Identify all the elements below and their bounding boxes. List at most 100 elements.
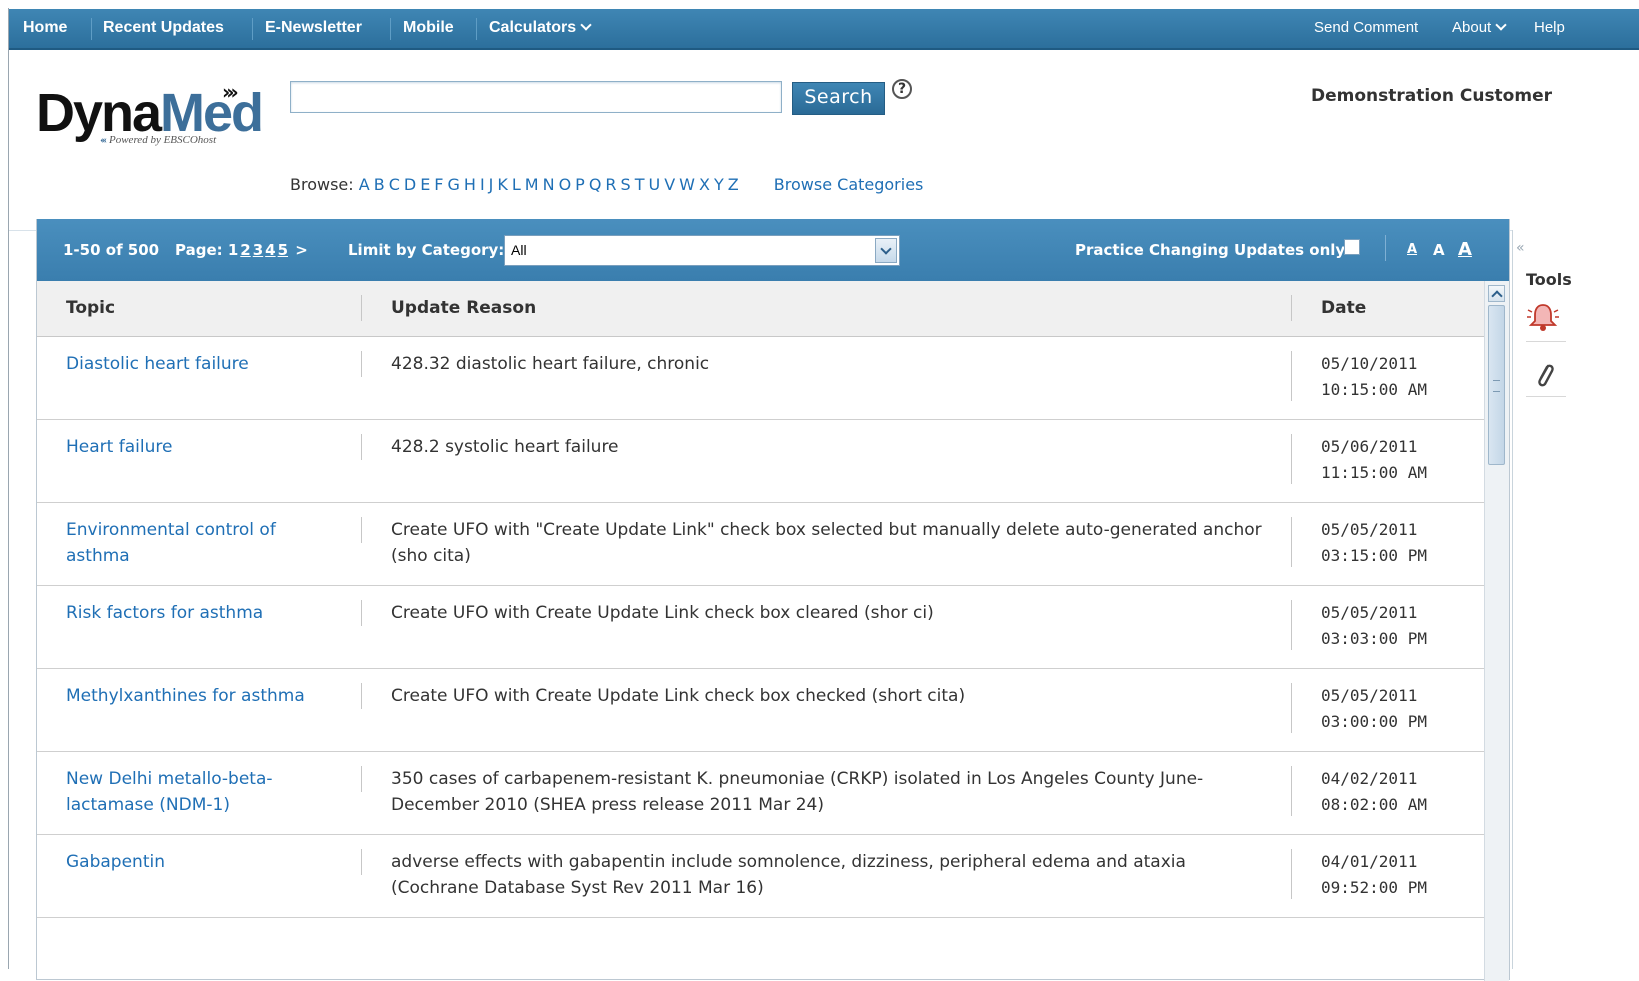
update-reason-text: Create UFO with "Create Update Link" che… bbox=[391, 520, 1262, 566]
column-divider bbox=[1291, 600, 1292, 650]
browse-letter-c[interactable]: C bbox=[389, 175, 400, 194]
dynamed-logo[interactable]: DynaMed ››› ‹‹‹ Powered by EBSCOhost bbox=[36, 78, 286, 158]
nav-help[interactable]: Help bbox=[1534, 9, 1565, 48]
table-row: Risk factors for asthma Create UFO with C… bbox=[37, 586, 1484, 669]
page-link-5[interactable]: 5 bbox=[278, 241, 288, 259]
browse-letter-h[interactable]: H bbox=[464, 175, 476, 194]
scrollbar-thumb[interactable] bbox=[1488, 305, 1505, 465]
column-divider bbox=[361, 766, 362, 792]
browse-letter-t[interactable]: T bbox=[635, 175, 645, 194]
nav-calculators[interactable]: Calculators bbox=[489, 9, 592, 48]
results-range: 1-50 of 500 bbox=[63, 241, 160, 259]
browse-letter-y[interactable]: Y bbox=[714, 175, 724, 194]
browse-letter-v[interactable]: V bbox=[664, 175, 675, 194]
update-date-day: 05/10/2011 bbox=[1321, 354, 1418, 373]
font-size-medium-button[interactable]: A bbox=[1433, 219, 1445, 281]
topic-link[interactable]: Diastolic heart failure bbox=[66, 351, 341, 377]
nav-send-comment[interactable]: Send Comment bbox=[1314, 9, 1418, 48]
powered-by-text: Powered by EBSCOhost bbox=[109, 134, 217, 146]
page-link-2[interactable]: 2 bbox=[240, 241, 250, 259]
column-divider bbox=[1291, 517, 1292, 567]
browse-letter-b[interactable]: B bbox=[374, 175, 385, 194]
browse-letter-e[interactable]: E bbox=[420, 175, 430, 194]
update-reason-text: 428.32 diastolic heart failure, chronic bbox=[391, 354, 710, 374]
browse-letter-u[interactable]: U bbox=[648, 175, 660, 194]
browse-letter-j[interactable]: J bbox=[489, 175, 494, 194]
browse-letter-g[interactable]: G bbox=[448, 175, 460, 194]
column-divider bbox=[361, 351, 362, 377]
table-scrollbar[interactable] bbox=[1484, 281, 1509, 981]
topic-link[interactable]: New Delhi metallo-beta-lactamase (NDM-1) bbox=[66, 766, 341, 818]
logo-powered-by: ‹‹‹ Powered by EBSCOhost bbox=[100, 134, 216, 146]
nav-divider bbox=[476, 18, 477, 40]
update-date: 05/05/2011 03:00:00 PM bbox=[1321, 683, 1471, 735]
scroll-up-icon[interactable] bbox=[1488, 285, 1505, 302]
browse-letter-l[interactable]: L bbox=[512, 175, 521, 194]
nav-e-newsletter[interactable]: E-Newsletter bbox=[265, 9, 362, 48]
chevron-down-icon[interactable] bbox=[875, 238, 897, 263]
browse-letter-o[interactable]: O bbox=[559, 175, 572, 194]
update-date: 05/05/2011 03:15:00 PM bbox=[1321, 517, 1471, 569]
updates-table-body: Diastolic heart failure 428.32 diastolic … bbox=[37, 337, 1484, 918]
browse-letter-k[interactable]: K bbox=[497, 175, 508, 194]
table-row: Diastolic heart failure 428.32 diastolic … bbox=[37, 337, 1484, 420]
page-link-1[interactable]: 1 bbox=[228, 241, 238, 259]
font-size-small-button[interactable]: A bbox=[1407, 219, 1417, 281]
toolbar-divider bbox=[1385, 235, 1386, 261]
nav-mobile[interactable]: Mobile bbox=[403, 9, 454, 48]
browse-letter-z[interactable]: Z bbox=[728, 175, 739, 194]
update-date-time: 03:03:00 PM bbox=[1321, 629, 1427, 648]
chevron-down-icon bbox=[580, 19, 592, 31]
update-date-time: 08:02:00 AM bbox=[1321, 795, 1427, 814]
practice-changing-label: Practice Changing Updates only bbox=[1075, 241, 1346, 259]
update-date: 05/05/2011 03:03:00 PM bbox=[1321, 600, 1471, 652]
browse-letter-d[interactable]: D bbox=[404, 175, 416, 194]
update-date-time: 11:15:00 AM bbox=[1321, 463, 1427, 482]
update-date-day: 05/05/2011 bbox=[1321, 520, 1418, 539]
practice-changing-checkbox[interactable] bbox=[1344, 239, 1360, 255]
topic-link[interactable]: Risk factors for asthma bbox=[66, 600, 341, 626]
column-header-update-reason[interactable]: Update Reason bbox=[391, 281, 536, 336]
next-page-link[interactable]: > bbox=[295, 241, 308, 259]
column-divider bbox=[361, 849, 362, 875]
nav-recent-updates[interactable]: Recent Updates bbox=[103, 9, 224, 48]
browse-categories-link[interactable]: Browse Categories bbox=[774, 175, 924, 194]
column-divider bbox=[1291, 766, 1292, 816]
column-divider bbox=[1291, 351, 1292, 401]
browse-bar: Browse: ABCDEFGHIJKLMNOPQRSTUVWXYZ Brows… bbox=[290, 175, 923, 194]
nav-divider bbox=[91, 18, 92, 40]
browse-letter-x[interactable]: X bbox=[699, 175, 710, 194]
browse-letter-f[interactable]: F bbox=[434, 175, 443, 194]
table-row: Gabapentin adverse effects with gabapenti… bbox=[37, 835, 1484, 918]
browse-letter-m[interactable]: M bbox=[525, 175, 539, 194]
column-header-date[interactable]: Date bbox=[1321, 281, 1366, 336]
topic-link[interactable]: Methylxanthines for asthma bbox=[66, 683, 341, 709]
browse-letter-p[interactable]: P bbox=[575, 175, 585, 194]
column-divider bbox=[361, 600, 362, 626]
category-select[interactable]: All bbox=[504, 235, 900, 266]
update-reason-text: Create UFO with Create Update Link check… bbox=[391, 603, 934, 623]
browse-letter-w[interactable]: W bbox=[679, 175, 695, 194]
page-link-4[interactable]: 4 bbox=[265, 241, 275, 259]
search-input[interactable] bbox=[290, 81, 782, 113]
browse-letter-a[interactable]: A bbox=[359, 175, 370, 194]
browse-letter-q[interactable]: Q bbox=[589, 175, 602, 194]
alert-bell-icon[interactable] bbox=[1526, 300, 1560, 334]
browse-letter-n[interactable]: N bbox=[543, 175, 555, 194]
collapse-tools-icon[interactable]: « bbox=[1516, 240, 1525, 256]
paperclip-link-icon[interactable] bbox=[1532, 360, 1558, 390]
browse-letter-s[interactable]: S bbox=[621, 175, 631, 194]
page-link-3[interactable]: 3 bbox=[253, 241, 263, 259]
browse-letter-i[interactable]: I bbox=[480, 175, 485, 194]
nav-home[interactable]: Home bbox=[23, 9, 67, 48]
search-button[interactable]: Search bbox=[792, 82, 885, 115]
table-row: New Delhi metallo-beta-lactamase (NDM-1)… bbox=[37, 752, 1484, 835]
font-size-large-button[interactable]: A bbox=[1458, 219, 1472, 281]
column-header-topic[interactable]: Topic bbox=[66, 281, 115, 336]
topic-link[interactable]: Heart failure bbox=[66, 434, 341, 460]
topic-link[interactable]: Gabapentin bbox=[66, 849, 341, 875]
help-icon[interactable]: ? bbox=[892, 79, 912, 99]
browse-letter-r[interactable]: R bbox=[605, 175, 616, 194]
nav-about[interactable]: About bbox=[1452, 9, 1507, 48]
topic-link[interactable]: Environmental control of asthma bbox=[66, 517, 341, 569]
